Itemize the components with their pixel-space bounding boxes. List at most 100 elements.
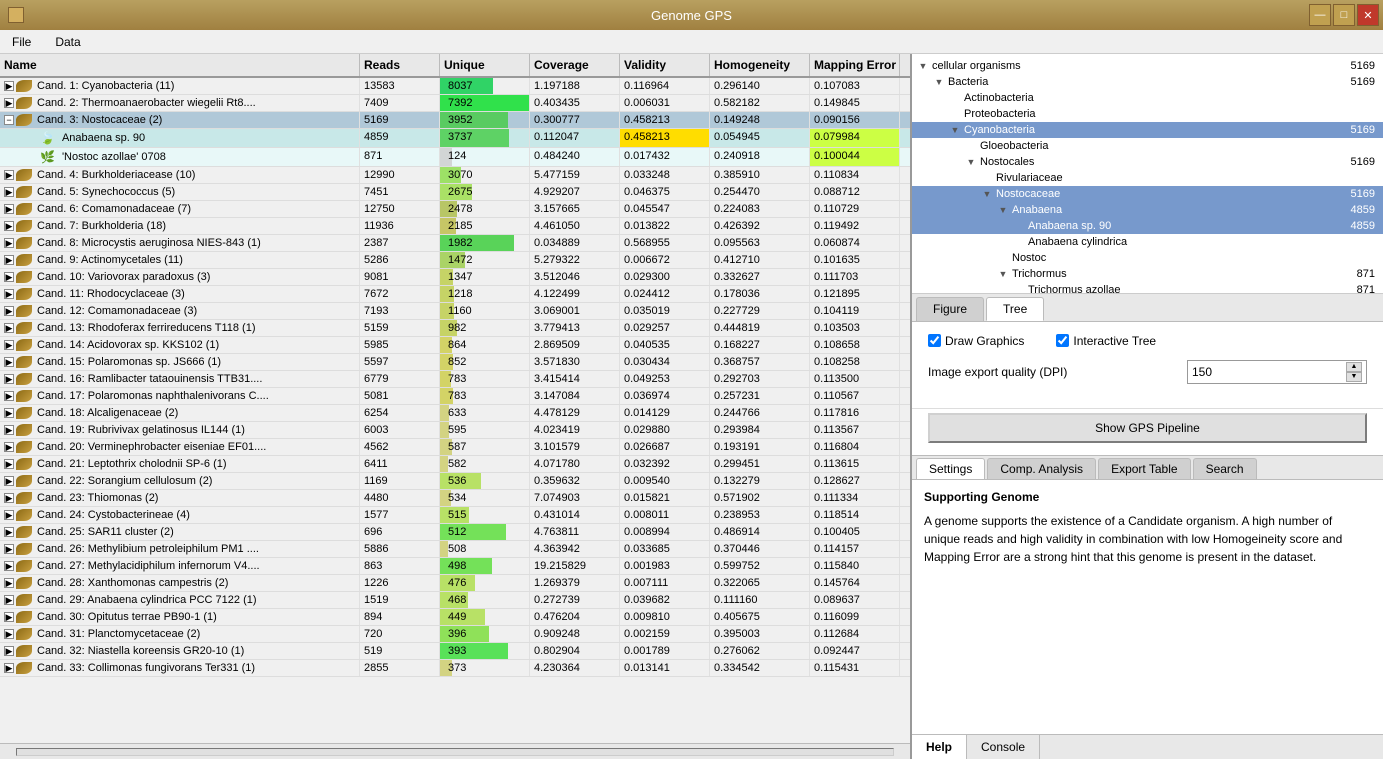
expand-button[interactable]: ▶	[4, 578, 14, 588]
expand-button[interactable]: ▶	[4, 476, 14, 486]
table-row[interactable]: 🌿'Nostoc azollae' 07088711240.4842400.01…	[0, 148, 910, 167]
expand-button[interactable]: ▶	[4, 527, 14, 537]
expand-button[interactable]: −	[4, 115, 14, 125]
expand-button[interactable]: ▶	[4, 663, 14, 673]
expand-button[interactable]: ▶	[4, 170, 14, 180]
gps-pipeline-button[interactable]: Show GPS Pipeline	[928, 413, 1367, 443]
btab-comp-analysis[interactable]: Comp. Analysis	[987, 458, 1096, 479]
expand-button[interactable]: ▶	[4, 442, 14, 452]
dpi-up-button[interactable]: ▲	[1346, 362, 1362, 372]
tree-scroll[interactable]: ▼cellular organisms5169▼Bacteria5169Acti…	[912, 54, 1383, 293]
menu-data[interactable]: Data	[47, 33, 88, 51]
tab-tree[interactable]: Tree	[986, 297, 1044, 321]
expand-button[interactable]: ▶	[4, 408, 14, 418]
tree-expand-icon[interactable]	[996, 251, 1010, 265]
btab-settings[interactable]: Settings	[916, 458, 985, 479]
expand-button[interactable]: ▶	[4, 612, 14, 622]
tree-expand-icon[interactable]: ▼	[996, 267, 1010, 281]
table-row[interactable]: ▶Cand. 16: Ramlibacter tataouinensis TTB…	[0, 371, 910, 388]
menu-file[interactable]: File	[4, 33, 39, 51]
table-row[interactable]: ▶Cand. 2: Thermoanaerobacter wiegelii Rt…	[0, 95, 910, 112]
minimize-button[interactable]: —	[1309, 4, 1331, 26]
tree-expand-icon[interactable]: ▼	[932, 75, 946, 89]
tree-node[interactable]: Rivulariaceae	[912, 170, 1383, 186]
expand-button[interactable]: ▶	[4, 561, 14, 571]
tree-expand-icon[interactable]	[964, 139, 978, 153]
tree-node[interactable]: Anabaena cylindrica	[912, 234, 1383, 250]
table-row[interactable]: ▶Cand. 10: Variovorax paradoxus (3)90811…	[0, 269, 910, 286]
table-row[interactable]: ▶Cand. 20: Verminephrobacter eiseniae EF…	[0, 439, 910, 456]
expand-button[interactable]: ▶	[4, 221, 14, 231]
tree-expand-icon[interactable]: ▼	[916, 59, 930, 73]
tree-node[interactable]: Proteobacteria	[912, 106, 1383, 122]
expand-button[interactable]: ▶	[4, 238, 14, 248]
tree-node[interactable]: ▼Trichormus871	[912, 266, 1383, 282]
expand-button[interactable]: ▶	[4, 204, 14, 214]
table-body[interactable]: ▶Cand. 1: Cyanobacteria (11)1358380371.1…	[0, 78, 910, 743]
tree-node[interactable]: ▼cellular organisms5169	[912, 58, 1383, 74]
table-row[interactable]: ▶Cand. 26: Methylibium petroleiphilum PM…	[0, 541, 910, 558]
expand-button[interactable]: ▶	[4, 646, 14, 656]
table-row[interactable]: ▶Cand. 30: Opitutus terrae PB90-1 (1)894…	[0, 609, 910, 626]
window-controls[interactable]: — □ ✕	[1309, 4, 1379, 26]
horizontal-scrollbar[interactable]	[0, 743, 910, 759]
table-row[interactable]: ▶Cand. 18: Alcaligenaceae (2)62546334.47…	[0, 405, 910, 422]
tree-expand-icon[interactable]	[1012, 235, 1026, 249]
dpi-spinners[interactable]: ▲ ▼	[1346, 362, 1362, 382]
tree-node[interactable]: Actinobacteria	[912, 90, 1383, 106]
tree-expand-icon[interactable]	[980, 171, 994, 185]
table-row[interactable]: ▶Cand. 17: Polaromonas naphthalenivorans…	[0, 388, 910, 405]
table-row[interactable]: ▶Cand. 19: Rubrivivax gelatinosus IL144 …	[0, 422, 910, 439]
tree-expand-icon[interactable]: ▼	[964, 155, 978, 169]
draw-graphics-checkbox[interactable]	[928, 334, 941, 347]
table-row[interactable]: ▶Cand. 22: Sorangium cellulosum (2)11695…	[0, 473, 910, 490]
tree-expand-icon[interactable]	[948, 107, 962, 121]
draw-graphics-label[interactable]: Draw Graphics	[928, 334, 1024, 348]
btab-search[interactable]: Search	[1193, 458, 1257, 479]
tree-expand-icon[interactable]: ▼	[996, 203, 1010, 217]
hscroll-thumb[interactable]	[16, 748, 894, 756]
table-row[interactable]: ▶Cand. 14: Acidovorax sp. KKS102 (1)5985…	[0, 337, 910, 354]
expand-button[interactable]: ▶	[4, 595, 14, 605]
table-row[interactable]: ▶Cand. 5: Synechococcus (5)745126754.929…	[0, 184, 910, 201]
tree-node[interactable]: ▼Bacteria5169	[912, 74, 1383, 90]
atab-help[interactable]: Help	[912, 735, 967, 759]
tree-node[interactable]: Nostoc	[912, 250, 1383, 266]
table-row[interactable]: ▶Cand. 13: Rhodoferax ferrireducens T118…	[0, 320, 910, 337]
table-row[interactable]: ▶Cand. 27: Methylacidiphilum infernorum …	[0, 558, 910, 575]
atab-console[interactable]: Console	[967, 735, 1040, 759]
table-row[interactable]: ▶Cand. 11: Rhodocyclaceae (3)767212184.1…	[0, 286, 910, 303]
table-row[interactable]: ▶Cand. 6: Comamonadaceae (7)1275024783.1…	[0, 201, 910, 218]
expand-button[interactable]: ▶	[4, 81, 14, 91]
table-row[interactable]: ▶Cand. 21: Leptothrix cholodnii SP-6 (1)…	[0, 456, 910, 473]
table-row[interactable]: 🍃Anabaena sp. 90485937370.1120470.458213…	[0, 129, 910, 148]
tree-expand-icon[interactable]: ▼	[980, 187, 994, 201]
expand-button[interactable]: ▶	[4, 374, 14, 384]
expand-button[interactable]: ▶	[4, 272, 14, 282]
table-row[interactable]: ▶Cand. 4: Burkholderiacease (10)12990307…	[0, 167, 910, 184]
table-row[interactable]: ▶Cand. 23: Thiomonas (2)44805347.0749030…	[0, 490, 910, 507]
table-row[interactable]: ▶Cand. 12: Comamonadaceae (3)719311603.0…	[0, 303, 910, 320]
tree-node[interactable]: Gloeobacteria	[912, 138, 1383, 154]
interactive-tree-checkbox[interactable]	[1056, 334, 1069, 347]
expand-button[interactable]: ▶	[4, 255, 14, 265]
expand-button[interactable]: ▶	[4, 323, 14, 333]
table-row[interactable]: ▶Cand. 15: Polaromonas sp. JS666 (1)5597…	[0, 354, 910, 371]
table-row[interactable]: ▶Cand. 29: Anabaena cylindrica PCC 7122 …	[0, 592, 910, 609]
expand-button[interactable]: ▶	[4, 306, 14, 316]
close-button[interactable]: ✕	[1357, 4, 1379, 26]
table-row[interactable]: ▶Cand. 31: Planctomycetaceae (2)7203960.…	[0, 626, 910, 643]
tree-node[interactable]: ▼Nostocales5169	[912, 154, 1383, 170]
expand-button[interactable]: ▶	[4, 493, 14, 503]
tree-expand-icon[interactable]	[1012, 219, 1026, 233]
expand-button[interactable]: ▶	[4, 289, 14, 299]
tab-figure[interactable]: Figure	[916, 297, 984, 321]
tree-node[interactable]: Trichormus azollae871	[912, 282, 1383, 293]
tree-node[interactable]: ▼Nostocaceae5169	[912, 186, 1383, 202]
tree-expand-icon[interactable]	[948, 91, 962, 105]
tree-node[interactable]: Anabaena sp. 904859	[912, 218, 1383, 234]
expand-button[interactable]: ▶	[4, 357, 14, 367]
table-row[interactable]: ▶Cand. 7: Burkholderia (18)1193621854.46…	[0, 218, 910, 235]
expand-button[interactable]: ▶	[4, 425, 14, 435]
expand-button[interactable]: ▶	[4, 187, 14, 197]
